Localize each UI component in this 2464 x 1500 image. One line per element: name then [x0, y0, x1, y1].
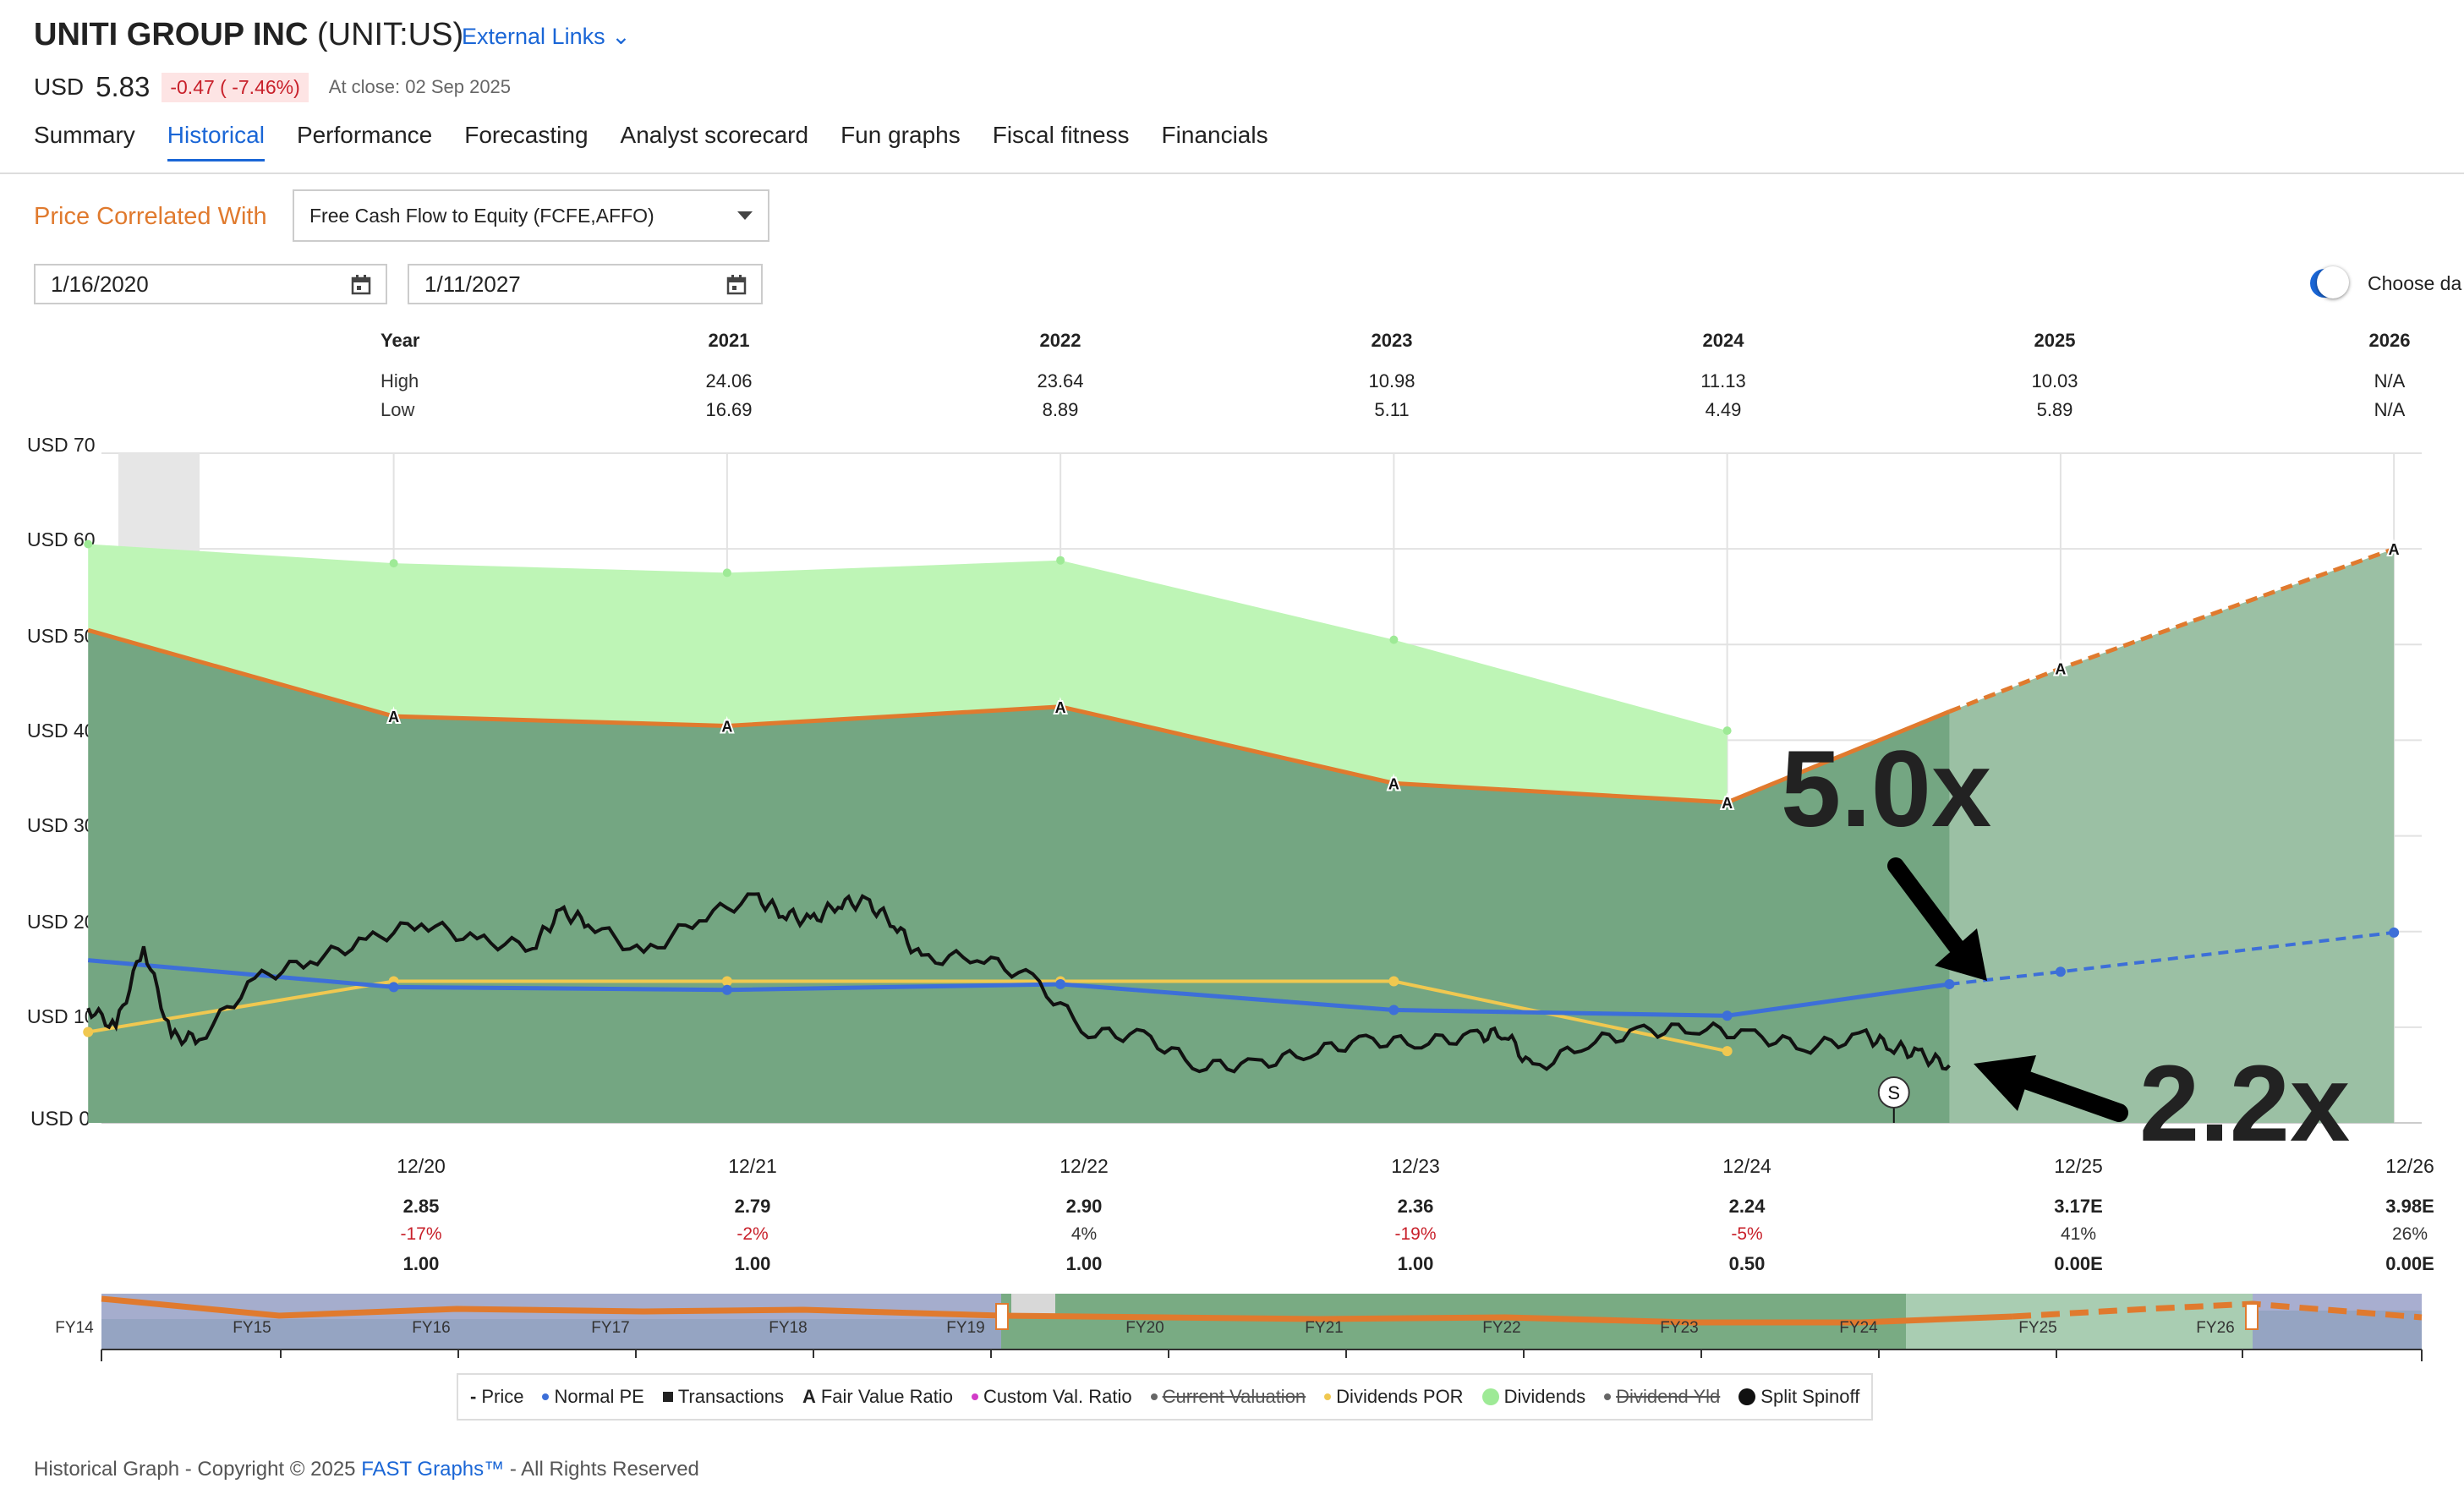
fy-label: FY24 [1839, 1319, 1878, 1337]
dot-icon [1150, 1393, 1158, 1400]
dot-icon [1324, 1393, 1332, 1400]
square-icon [662, 1392, 673, 1402]
eps-value: 2.79 [734, 1196, 771, 1217]
fy-label: FY19 [946, 1319, 985, 1337]
legend-item-dividends-por[interactable]: Dividends POR [1324, 1386, 1464, 1408]
chart-areas [88, 544, 2395, 1123]
copyright: Historical Graph - Copyright © 2025 FAST… [34, 1458, 699, 1481]
x-date-label: 12/20 [397, 1155, 446, 1177]
fy-label: FY21 [1305, 1319, 1344, 1337]
eps-value: 2.36 [1397, 1196, 1434, 1217]
fair-value-marker: A [388, 709, 399, 725]
legend-item-transactions[interactable]: Transactions [662, 1386, 784, 1408]
fy-label: FY20 [1125, 1319, 1164, 1337]
legend-item-split-spinoff[interactable]: Split Spinoff [1738, 1386, 1859, 1408]
fair-value-marker: A [2389, 541, 2400, 558]
eps-value: 3.98E [2385, 1196, 2434, 1217]
fair-value-marker: A [2055, 661, 2066, 678]
x-date-label: 12/24 [1722, 1155, 1771, 1177]
eps-growth: 4% [1070, 1224, 1098, 1244]
fy-label: FY26 [2196, 1319, 2235, 1337]
eps-value: 2.85 [402, 1196, 440, 1217]
legend-item-dividends[interactable]: Dividends [1481, 1386, 1585, 1408]
spinoff-label: S [1887, 1082, 1900, 1103]
dividend-value: 1.00 [402, 1253, 440, 1274]
arrow-icon [1887, 857, 1987, 981]
x-date-label: 12/21 [728, 1155, 777, 1177]
legend-item-current-valuation[interactable]: Current Valuation [1150, 1386, 1306, 1408]
dividends-por-point [83, 1026, 94, 1037]
dot-icon [1604, 1393, 1612, 1400]
dividends-point [722, 568, 731, 578]
dividend-value: 1.00 [734, 1253, 771, 1274]
legend-item-normal-pe[interactable]: Normal PE [542, 1386, 644, 1408]
normal-pe-point [1055, 978, 1066, 989]
fair-value-marker: A [1388, 775, 1399, 792]
a-marker-icon: A [802, 1386, 816, 1407]
fair-value-marker: A [721, 718, 732, 735]
dividends-point [84, 539, 93, 549]
dividends-por-point [1388, 976, 1399, 987]
eps-growth: -2% [736, 1224, 769, 1244]
fy-label: FY14 [55, 1319, 94, 1337]
normal-pe-point [721, 984, 732, 995]
range-navigator[interactable] [0, 1285, 2464, 1361]
fair-value-marker: A [1722, 795, 1733, 812]
dot-icon [971, 1393, 978, 1400]
dividends-por-point [1722, 1046, 1733, 1057]
legend-item-custom-val-ratio[interactable]: Custom Val. Ratio [971, 1386, 1132, 1408]
fair-value-marker: A [1055, 699, 1066, 716]
normal-pe-point [1722, 1010, 1733, 1021]
dividends-point [1389, 635, 1399, 644]
fy-label: FY25 [2018, 1319, 2057, 1337]
multiple-high-annotation: 5.0x [1781, 729, 1992, 850]
dividend-value: 0.50 [1728, 1253, 1766, 1274]
eps-value: 3.17E [2054, 1196, 2103, 1217]
fy-label: FY16 [412, 1319, 451, 1337]
dividends-point [1056, 556, 1065, 565]
fy-label: FY15 [233, 1319, 271, 1337]
dividend-value: 1.00 [1065, 1253, 1103, 1274]
eps-growth: -19% [1394, 1224, 1437, 1244]
multiple-low-annotation: 2.2x [2139, 1043, 2351, 1164]
normal-pe-point [2055, 966, 2066, 977]
fy-label: FY17 [591, 1319, 630, 1337]
x-date-label: 12/26 [2385, 1155, 2434, 1177]
fast-graphs-link[interactable]: FAST Graphs™ [361, 1458, 504, 1481]
normal-pe-point [2389, 927, 2400, 938]
eps-growth: -5% [1731, 1224, 1763, 1244]
forecast-area [1949, 549, 2395, 1123]
x-date-label: 12/23 [1391, 1155, 1440, 1177]
eps-growth: 26% [2391, 1224, 2428, 1244]
legend-item-fair-value-ratio[interactable]: A Fair Value Ratio [802, 1386, 953, 1408]
legend-item-dividend-yld[interactable]: Dividend Yld [1604, 1386, 1720, 1408]
chart-legend: - Price Normal PE Transactions A Fair Valu… [457, 1373, 1874, 1421]
arrow-icon [1974, 1055, 2128, 1122]
fy-label: FY18 [769, 1319, 808, 1337]
dividends-point [389, 559, 398, 568]
dividend-value: 0.00E [2054, 1253, 2103, 1274]
dot-icon [1738, 1388, 1756, 1405]
fy-label: FY22 [1482, 1319, 1521, 1337]
dividends-point [1722, 726, 1732, 736]
dot-icon [542, 1393, 550, 1400]
dot-icon [1481, 1388, 1499, 1405]
dash-icon: - [470, 1386, 477, 1407]
eps-value: 2.90 [1065, 1196, 1103, 1217]
legend-item-price[interactable]: - Price [470, 1386, 523, 1408]
x-date-label: 12/22 [1060, 1155, 1109, 1177]
eps-value: 2.24 [1728, 1196, 1766, 1217]
dividend-value: 1.00 [1397, 1253, 1434, 1274]
eps-growth: 41% [2060, 1224, 2097, 1244]
normal-pe-point [388, 982, 399, 993]
normal-pe-point [1388, 1005, 1399, 1016]
fy-label: FY23 [1660, 1319, 1699, 1337]
x-date-label: 12/25 [2054, 1155, 2103, 1177]
dividend-value: 0.00E [2385, 1253, 2434, 1274]
eps-growth: -17% [400, 1224, 442, 1244]
